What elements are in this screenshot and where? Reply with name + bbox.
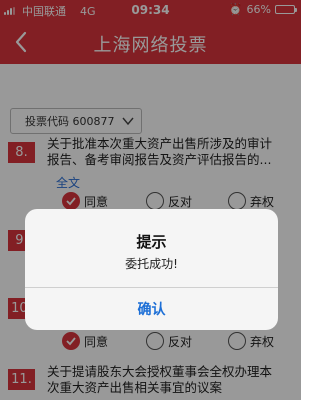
- alert-dialog: 提示 委托成功! 确认: [25, 209, 278, 330]
- dialog-title: 提示: [136, 233, 167, 251]
- confirm-button[interactable]: 确认: [25, 288, 278, 330]
- dialog-message: 委托成功!: [125, 257, 178, 271]
- modal-overlay: [0, 0, 301, 400]
